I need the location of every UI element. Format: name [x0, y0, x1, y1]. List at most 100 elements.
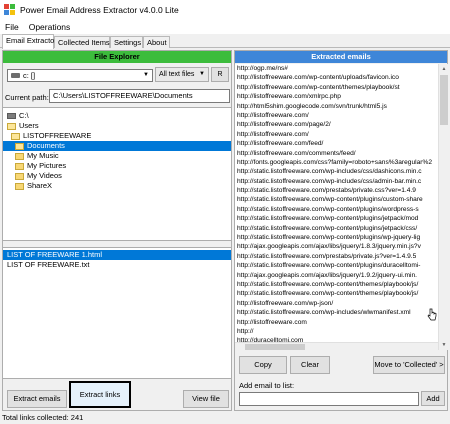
- email-list-item[interactable]: http://static.listoffreeware.com/wp-incl…: [235, 308, 438, 317]
- tree-item-documents[interactable]: Documents: [3, 141, 231, 151]
- file-filter-select[interactable]: All text files ▼: [155, 67, 209, 82]
- tree-item-label: Users: [19, 121, 39, 130]
- drive-icon: [11, 73, 20, 78]
- menu-file[interactable]: File: [0, 22, 24, 32]
- current-path-label: Current path:: [5, 93, 49, 102]
- email-list-item[interactable]: http://listoffreeware.com/comments/feed/: [235, 149, 438, 158]
- app-icon: [4, 4, 16, 16]
- email-list-item[interactable]: http://static.listoffreeware.com/wp-cont…: [235, 233, 438, 242]
- chevron-down-icon: ▼: [143, 72, 149, 78]
- scrollbar-thumb[interactable]: [245, 344, 305, 350]
- add-email-label: Add email to list:: [239, 381, 295, 390]
- tab-settings[interactable]: Settings: [110, 36, 143, 48]
- extracted-emails-list[interactable]: http://ogp.me/ns# http://listoffreeware.c…: [235, 64, 438, 350]
- tree-item-listoffreeware[interactable]: LISTOFFREEWARE: [11, 131, 91, 141]
- folder-icon: [15, 162, 24, 170]
- current-path-input[interactable]: C:\Users\LISTOFFREEWARE\Documents: [49, 89, 230, 103]
- add-button[interactable]: Add: [421, 391, 445, 406]
- chevron-down-icon: ▼: [199, 71, 205, 77]
- file-filter-value: All text files: [159, 71, 195, 78]
- email-list-item[interactable]: http://listoffreeware.com: [235, 318, 438, 327]
- email-list-item[interactable]: http://listoffreeware.com/feed/: [235, 139, 438, 148]
- tree-item-my-music[interactable]: My Music: [15, 151, 59, 161]
- tree-item-label: My Pictures: [27, 161, 67, 170]
- email-list-item[interactable]: http://ajax.googleapis.com/ajax/libs/jqu…: [235, 242, 438, 251]
- tree-item-users[interactable]: Users: [7, 121, 39, 131]
- email-list-item[interactable]: http://static.listoffreeware.com/wp-incl…: [235, 167, 438, 176]
- extracted-emails-header: Extracted emails: [235, 51, 447, 63]
- scrollbar-thumb[interactable]: [440, 75, 448, 125]
- email-list-item[interactable]: http://static.listoffreeware.com/wp-incl…: [235, 177, 438, 186]
- mouse-cursor-icon: [427, 308, 437, 321]
- file-explorer-header: File Explorer: [3, 51, 231, 63]
- menu-operations[interactable]: Operations: [24, 22, 76, 32]
- email-list-item[interactable]: http://listoffreeware.com/wp-json/: [235, 299, 438, 308]
- file-item[interactable]: LIST OF FREEWARE 1.html: [3, 250, 231, 260]
- email-list-item[interactable]: http://listoffreeware.com/wp-content/the…: [235, 83, 438, 92]
- email-list-item[interactable]: http://static.listoffreeware.com/wp-cont…: [235, 214, 438, 223]
- folder-tree: C:\ Users LISTOFFREEWARE Documents My Mu…: [3, 107, 231, 241]
- tab-collected-items[interactable]: Collected Items: [54, 36, 110, 48]
- email-list-item[interactable]: http://static.listoffreeware.com/wp-cont…: [235, 195, 438, 204]
- scroll-up-icon[interactable]: ▲: [439, 64, 449, 74]
- tab-about[interactable]: About: [143, 36, 170, 48]
- folder-icon: [15, 182, 24, 190]
- folder-icon: [15, 172, 24, 180]
- email-list-item[interactable]: http://ajax.googleapis.com/ajax/libs/jqu…: [235, 271, 438, 280]
- move-to-collected-button[interactable]: Move to 'Collected' >: [373, 356, 445, 374]
- view-file-button[interactable]: View file: [183, 390, 229, 408]
- email-list-item[interactable]: http://: [235, 327, 438, 336]
- folder-open-icon: [7, 122, 16, 130]
- email-list-item[interactable]: http://static.listoffreeware.com/wp-cont…: [235, 205, 438, 214]
- file-item[interactable]: LIST OF FREEWARE.txt: [5, 260, 92, 270]
- window-title: Power Email Address Extractor v4.0.0 Lit…: [20, 5, 179, 15]
- email-list-item[interactable]: http://static.listoffreeware.com/wp-cont…: [235, 289, 438, 298]
- email-list-item[interactable]: http://ogp.me/ns#: [235, 64, 438, 73]
- tree-item-label: Documents: [27, 141, 65, 150]
- email-list-item[interactable]: http://static.listoffreeware.com/prestab…: [235, 186, 438, 195]
- tab-bar: Email Extractor Collected Items Settings…: [0, 34, 450, 49]
- folder-icon: [15, 152, 24, 160]
- title-bar: Power Email Address Extractor v4.0.0 Lit…: [0, 0, 450, 20]
- drive-icon: [7, 113, 16, 119]
- email-list-item[interactable]: http://html5shim.googlecode.com/svn/trun…: [235, 102, 438, 111]
- vertical-scrollbar[interactable]: ▲ ▼: [438, 64, 448, 350]
- tree-item-my-videos[interactable]: My Videos: [15, 171, 62, 181]
- drive-select-value: c: []: [23, 71, 36, 80]
- extract-emails-button[interactable]: Extract emails: [7, 390, 67, 408]
- extract-links-button[interactable]: Extract links: [69, 381, 131, 408]
- email-list-item[interactable]: http://static.listoffreeware.com/wp-cont…: [235, 280, 438, 289]
- tree-item-my-pictures[interactable]: My Pictures: [15, 161, 66, 171]
- file-list: LIST OF FREEWARE 1.html LIST OF FREEWARE…: [3, 247, 231, 379]
- tree-item-label: My Music: [27, 151, 59, 160]
- file-explorer-panel: File Explorer c: [] ▼ All text files ▼ R…: [2, 50, 232, 411]
- email-list-item[interactable]: http://static.listoffreeware.com/wp-cont…: [235, 224, 438, 233]
- tree-item-label: My Videos: [27, 171, 62, 180]
- refresh-button[interactable]: R: [211, 67, 229, 82]
- email-list-item[interactable]: http://listoffreeware.com/: [235, 111, 438, 120]
- email-list-item[interactable]: http://listoffreeware.com/: [235, 130, 438, 139]
- tab-email-extractor[interactable]: Email Extractor: [2, 34, 57, 49]
- horizontal-scrollbar[interactable]: [235, 342, 438, 350]
- copy-button[interactable]: Copy: [239, 356, 287, 374]
- extracted-emails-panel: Extracted emails http://ogp.me/ns# http:/…: [234, 50, 448, 411]
- add-email-input[interactable]: [239, 392, 419, 406]
- folder-open-icon: [11, 132, 20, 140]
- tree-item-sharex[interactable]: ShareX: [15, 181, 52, 191]
- email-list-item[interactable]: http://fonts.googleapis.com/css?family=r…: [235, 158, 438, 167]
- tree-item-label: LISTOFFREEWARE: [23, 131, 92, 140]
- email-list-item[interactable]: http://static.listoffreeware.com/prestab…: [235, 252, 438, 261]
- email-list-item[interactable]: http://static.listoffreeware.com/wp-cont…: [235, 261, 438, 270]
- drive-select[interactable]: c: [] ▼: [7, 69, 153, 82]
- tree-item-c-drive[interactable]: C:\: [7, 111, 29, 121]
- tree-item-label: ShareX: [27, 181, 53, 190]
- clear-button[interactable]: Clear: [290, 356, 330, 374]
- folder-open-icon: [15, 142, 24, 150]
- scroll-down-icon[interactable]: ▼: [439, 340, 449, 350]
- status-bar: Total links collected: 241: [0, 412, 450, 424]
- tree-item-label: C:\: [19, 111, 29, 120]
- email-list-item[interactable]: http://listoffreeware.com/xmlrpc.php: [235, 92, 438, 101]
- email-list-item[interactable]: http://listoffreeware.com/page/2/: [235, 120, 438, 129]
- menu-bar: File Operations: [0, 20, 450, 34]
- email-list-item[interactable]: http://listoffreeware.com/wp-content/upl…: [235, 73, 438, 82]
